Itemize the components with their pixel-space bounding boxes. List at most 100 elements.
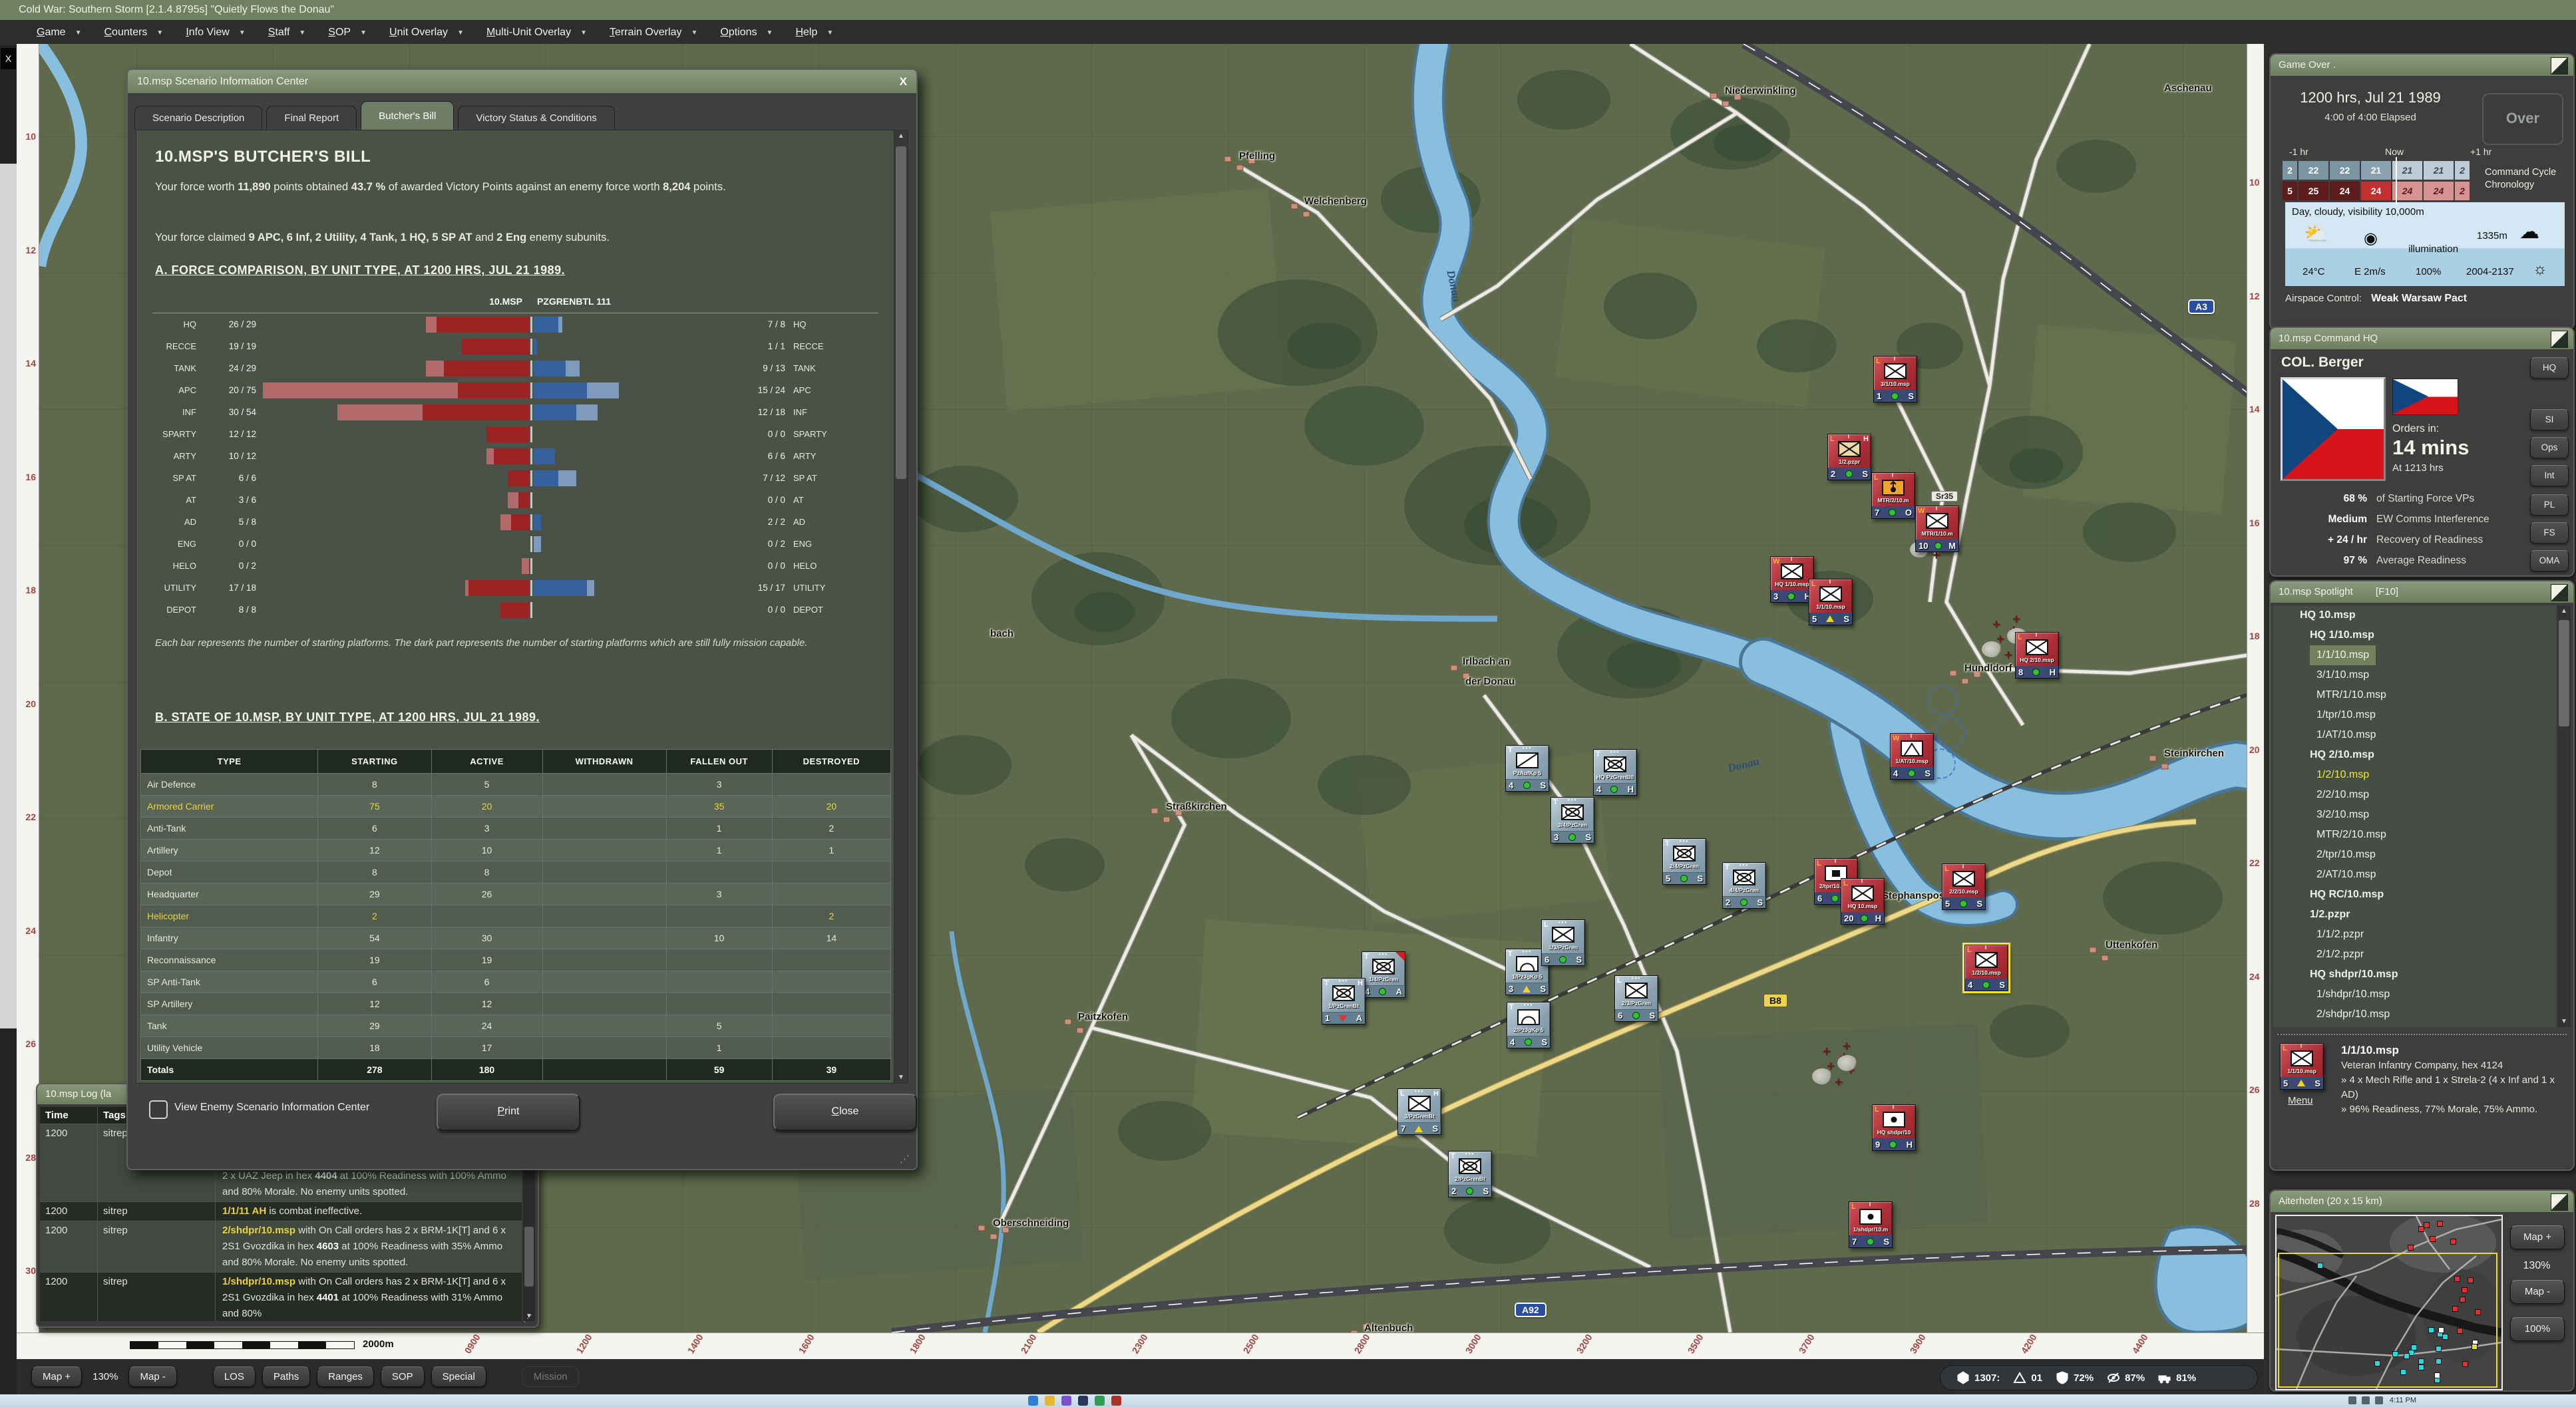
log-row[interactable]: 1200sitrep1/1/11 AH is combat ineffectiv…: [40, 1202, 522, 1221]
tray-icon[interactable]: [2362, 1396, 2370, 1404]
view-enemy-checkbox[interactable]: [149, 1100, 168, 1119]
menu-info-view[interactable]: Info View▼: [186, 27, 245, 39]
panel-corner-icon[interactable]: [2551, 584, 2568, 601]
spotlight-scrollbar[interactable]: ▲ ▼: [2557, 605, 2571, 1027]
unit-detail-counter[interactable]: IL1/1/10.msp5S: [2280, 1043, 2322, 1088]
toolbar-sop[interactable]: SOP: [381, 1366, 425, 1387]
tab-butcher-s-bill[interactable]: Butcher's Bill: [361, 101, 454, 130]
tab-victory-status-conditions[interactable]: Victory Status & Conditions: [458, 106, 614, 130]
tab-scenario-description[interactable]: Scenario Description: [134, 106, 262, 130]
spotlight-item-1-1-10-msp[interactable]: 1/1/10.msp: [2273, 645, 2556, 665]
toolbar-ranges[interactable]: Ranges: [317, 1366, 374, 1387]
menu-terrain-overlay[interactable]: Terrain Overlay▼: [610, 27, 697, 39]
spotlight-item-2-2-10-msp[interactable]: 2/2/10.msp: [2273, 785, 2556, 805]
unit-counter-1-1-10-msp[interactable]: IL1/1/10.msp5S: [1809, 579, 1853, 625]
dialog-titlebar[interactable]: 10.msp Scenario Information Center X: [128, 70, 916, 93]
taskbar-app-icon[interactable]: [1095, 1396, 1105, 1406]
unit-counter-1-3-PzGren[interactable]: •••L1/3/PzGren6S: [1541, 919, 1585, 966]
unit-counter-2-3-PzGren[interactable]: •••L2/3/PzGren6S: [1614, 975, 1658, 1022]
unit-counter-4-4-PzGren[interactable]: •••T4/4/PzGren2S: [1722, 862, 1766, 909]
spotlight-item-HQ-10-msp[interactable]: HQ 10.msp: [2273, 605, 2556, 625]
menu-unit-overlay[interactable]: Unit Overlay▼: [389, 27, 464, 39]
unit-counter-HQ-10-msp[interactable]: ILHQ 10.msp20H: [1841, 878, 1885, 925]
spotlight-item-MTR-1-10-msp[interactable]: MTR/1/10.msp: [2273, 685, 2556, 705]
unit-counter-2-PzJgKp-5[interactable]: •••T2/PzJgKp 54S: [1507, 1002, 1551, 1048]
unit-counter-3-4-PzGren[interactable]: •••T3/4/PzGren3S: [1551, 797, 1594, 844]
unit-counter-1-AT-10-msp[interactable]: IW1/AT/10.msp4S: [1890, 733, 1934, 780]
tab-final-report[interactable]: Final Report: [266, 106, 357, 130]
os-taskbar[interactable]: 4:11 PM: [0, 1394, 2576, 1407]
unit-counter-2-PzGrenBt[interactable]: •••T2/PzGrenBt2S: [1448, 1151, 1492, 1197]
unit-counter-3-PzGrenBt[interactable]: •••LH3/PzGrenBt7S: [1397, 1088, 1441, 1135]
log-col-time[interactable]: Time: [40, 1107, 98, 1124]
menu-multi-unit-overlay[interactable]: Multi-Unit Overlay▼: [486, 27, 587, 39]
hq-button-hq[interactable]: HQ: [2530, 357, 2569, 379]
hq-button-pl[interactable]: PL: [2530, 494, 2569, 516]
spotlight-item-3-1-10-msp[interactable]: 3/1/10.msp: [2273, 665, 2556, 685]
spotlight-item-2-AT-10-msp[interactable]: 2/AT/10.msp: [2273, 865, 2556, 885]
spotlight-item-MTR-2-10-msp[interactable]: MTR/2/10.msp: [2273, 825, 2556, 845]
toolbar-map-[interactable]: Map +: [31, 1366, 82, 1387]
command-hq-header[interactable]: 10.msp Command HQ: [2271, 328, 2573, 349]
panel-corner-icon[interactable]: [2551, 1193, 2568, 1211]
taskbar-app-icon[interactable]: [1061, 1396, 1071, 1406]
minimap-header[interactable]: Aiterhofen (20 x 15 km): [2271, 1191, 2573, 1212]
unit-counter-1-shdpr-10-m[interactable]: IL1/shdpr/10.m7S: [1849, 1201, 1893, 1248]
unit-counter-HQ-PzGrenBtl[interactable]: •••THQ PzGrenBtl4H: [1593, 749, 1637, 796]
hq-button-si[interactable]: SI: [2530, 409, 2569, 430]
hq-button-int[interactable]: Int: [2530, 465, 2569, 486]
log-row[interactable]: 1200sitrep1/shdpr/10.msp with On Call or…: [40, 1273, 522, 1321]
unit-counter-HQ-2-10-msp[interactable]: ILHQ 2/10.msp8H: [2015, 632, 2059, 679]
taskbar-app-icon[interactable]: [1078, 1396, 1088, 1406]
print-button[interactable]: Print: [437, 1094, 580, 1131]
tray-icon[interactable]: [2348, 1396, 2356, 1404]
unit-counter-3-1-10-msp[interactable]: IL3/1/10.msp1S: [1873, 356, 1917, 402]
panel-corner-icon[interactable]: [2551, 331, 2568, 348]
unit-counter-PzAufKp-5[interactable]: •••TPzAufKp 54S: [1505, 745, 1549, 792]
spotlight-item-HQ-shdpr-10-msp[interactable]: HQ shdpr/10.msp: [2273, 965, 2556, 985]
tray-icon[interactable]: [2375, 1396, 2383, 1404]
hq-button-oma[interactable]: OMA: [2530, 550, 2569, 571]
spotlight-item-2-tpr-10-msp[interactable]: 2/tpr/10.msp: [2273, 845, 2556, 865]
spotlight-item-2-1-2-pzpr[interactable]: 2/1/2.pzpr: [2273, 945, 2556, 965]
log-resize-grip[interactable]: ⋰: [523, 1313, 534, 1324]
toolbar-paths[interactable]: Paths: [262, 1366, 310, 1387]
unit-counter-MTR-2-10-m[interactable]: ILMTR/2/10.m7O: [1871, 472, 1915, 519]
panel-corner-icon[interactable]: [2551, 57, 2568, 75]
close-button[interactable]: Close: [773, 1094, 917, 1131]
unit-counter-HQ-shdpr-10[interactable]: ILHQ shdpr/109H: [1872, 1104, 1916, 1151]
menu-counters[interactable]: Counters▼: [104, 27, 163, 39]
unit-counter-1-PzGrenBt[interactable]: •••TH1/PzGrenBt1A: [1322, 978, 1366, 1024]
taskbar-app-icon[interactable]: [1111, 1396, 1121, 1406]
menu-help[interactable]: Help▼: [795, 27, 833, 39]
hq-button-fs[interactable]: FS: [2530, 522, 2569, 544]
unit-counter-HQ-1-10-msp[interactable]: IWHQ 1/10.msp3H: [1770, 556, 1814, 603]
minimap[interactable]: [2275, 1215, 2503, 1390]
over-button[interactable]: Over: [2482, 93, 2563, 145]
spotlight-item-1-tpr-10-msp[interactable]: 1/tpr/10.msp: [2273, 705, 2556, 725]
minimap-100-button[interactable]: 100%: [2510, 1317, 2565, 1341]
game-over-header[interactable]: Game Over .: [2271, 55, 2573, 76]
spotlight-item-HQ-2-10-msp[interactable]: HQ 2/10.msp: [2273, 745, 2556, 765]
unit-counter-1-1-10-msp[interactable]: IL1/1/10.msp5S: [2280, 1043, 2324, 1090]
menu-options[interactable]: Options▼: [720, 27, 773, 39]
dialog-close-icon[interactable]: X: [900, 70, 907, 93]
spotlight-item-HQ-RC-10-msp[interactable]: HQ RC/10.msp: [2273, 885, 2556, 905]
view-enemy-checkbox-label[interactable]: View Enemy Scenario Information Center: [174, 1102, 369, 1114]
spotlight-item-3-2-10-msp[interactable]: 3/2/10.msp: [2273, 805, 2556, 825]
spotlight-header[interactable]: 10.msp Spotlight [F10]: [2271, 581, 2573, 603]
unit-counter-2-4-PzGren[interactable]: •••T2/4/PzGren5S: [1662, 838, 1706, 885]
spotlight-splitter[interactable]: [2277, 1034, 2567, 1035]
unit-counter-1-4-PzGren[interactable]: •••T1/4/PzGren4A: [1362, 951, 1405, 998]
minimap-map-minus-button[interactable]: Map -: [2510, 1280, 2565, 1304]
unit-counter-1-2-10-msp[interactable]: IL1/2/10.msp4S: [1964, 945, 2008, 991]
dialog-resize-grip[interactable]: ⋰: [900, 1153, 911, 1165]
log-row[interactable]: 1200sitrep2/shdpr/10.msp with On Call or…: [40, 1221, 522, 1273]
dialog-scrollbar[interactable]: ▲ ▼: [894, 130, 908, 1084]
taskbar-app-icon[interactable]: [1028, 1396, 1038, 1406]
hq-button-ops[interactable]: Ops: [2530, 437, 2569, 458]
taskbar-app-icon[interactable]: [1045, 1396, 1055, 1406]
spotlight-item-2-shdpr-10-msp[interactable]: 2/shdpr/10.msp: [2273, 1005, 2556, 1024]
spotlight-item-1-1-2-pzpr[interactable]: 1/1/2.pzpr: [2273, 925, 2556, 945]
unit-menu-link[interactable]: Menu: [2288, 1095, 2313, 1106]
